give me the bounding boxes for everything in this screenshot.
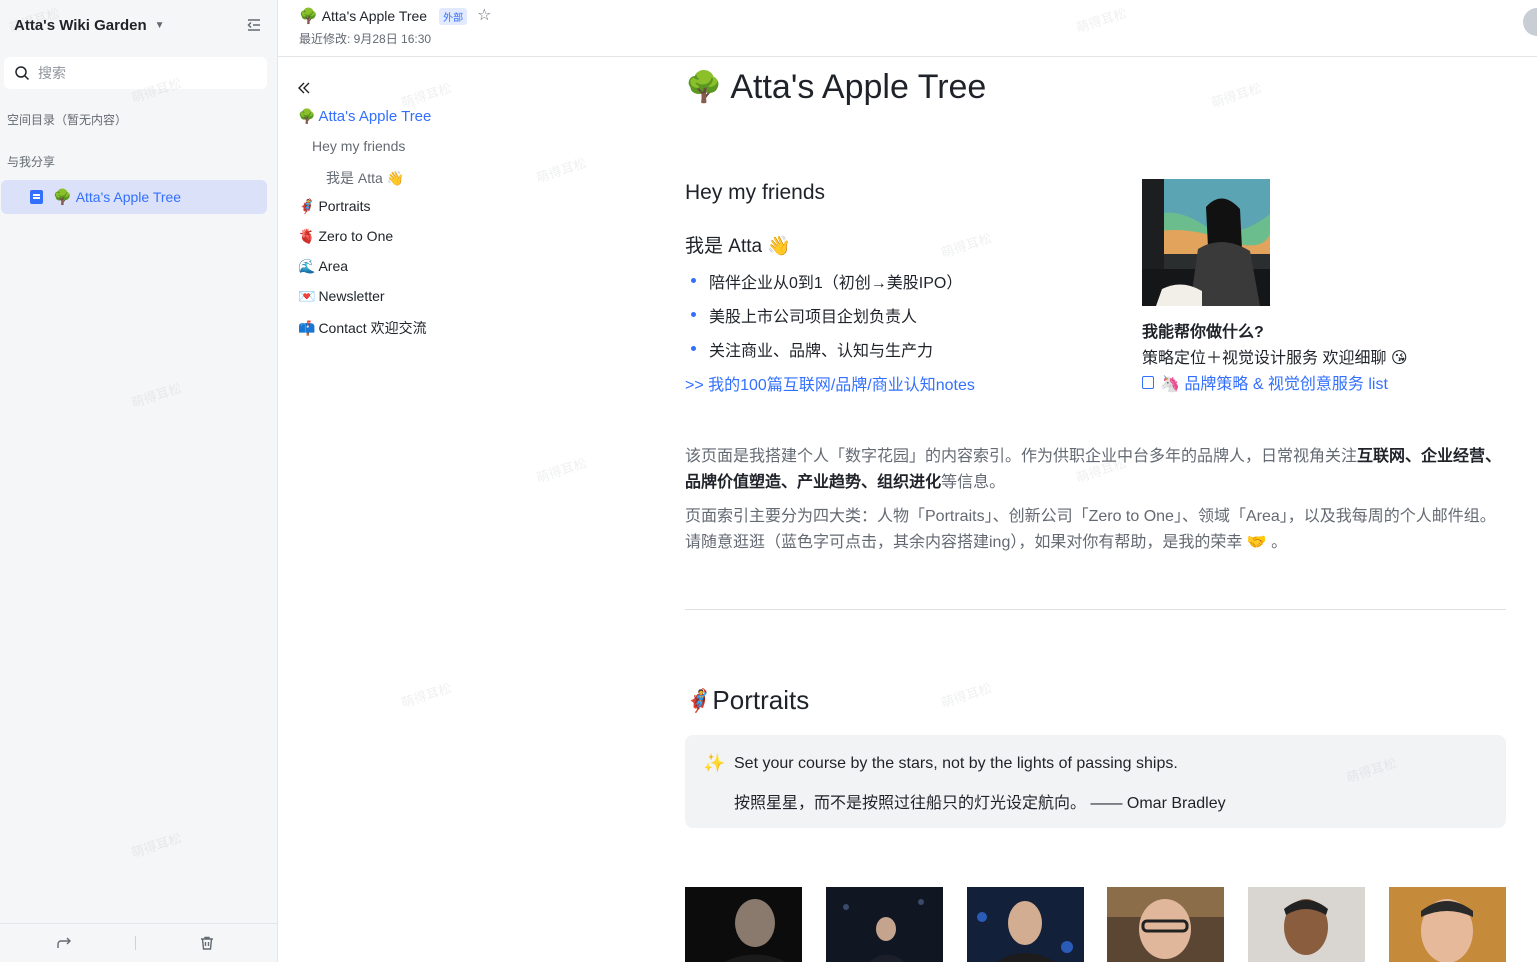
outline-item-contact[interactable]: 📫 Contact 欢迎交流 [298,318,427,338]
intro-paragraph: 该页面是我搭建个人「数字花园」的内容索引。作为供职企业中台多年的品牌人，日常视角… [685,444,1505,496]
outline-item-i-am-atta[interactable]: 我是 Atta 👋 [326,168,404,188]
document-outline: 🌳 Atta's Apple Tree Hey my friends 我是 Att… [278,57,658,962]
search-icon [15,66,30,81]
outline-item-area[interactable]: 🌊 Area [298,258,348,275]
list-item: 美股上市公司项目企划负责人 [690,303,917,327]
page-title-text: Atta's Apple Tree [730,68,987,106]
outline-item-newsletter[interactable]: 💌 Newsletter [298,288,385,305]
quote-callout: ✨ Set your course by the stars, not by t… [685,735,1506,828]
doc-icon [1142,375,1154,389]
service-list-link[interactable]: 🦄 品牌策略 & 视觉创意服务 list [1142,370,1388,394]
superhero-icon: 🦸 [298,198,316,214]
help-title: 我能帮你做什么? [1142,324,1264,341]
external-badge: 外部 [439,7,468,25]
document-header: 🌳 Atta's Apple Tree 外部 ☆ 最近修改: 9月28日 16:… [278,0,1537,57]
keyword: 企业经营 [1421,448,1486,465]
list-item: 关注商业、品牌、认知与生产力 [690,337,933,361]
quote-chinese: 按照星星，而不是按照过往船只的灯光设定航向。 —— Omar Bradley [734,795,1226,812]
keyword: 互联网 [1357,448,1406,465]
catalog-section-label[interactable]: 空间目录（暂无内容） [7,111,127,128]
search-placeholder: 搜索 [38,65,66,81]
sidebar-footer [0,923,277,962]
divider [685,609,1506,610]
portrait-photo[interactable] [1248,887,1365,962]
page-title: 🌳 Atta's Apple Tree [685,68,986,107]
love-letter-icon: 💌 [298,288,316,304]
doc-icon [30,190,43,204]
outline-label: Area [318,258,349,274]
collapse-sidebar-icon[interactable] [245,16,263,34]
document-title-bar: 🌳 Atta's Apple Tree 外部 ☆ [299,7,491,25]
star-icon[interactable]: ☆ [477,8,491,24]
intro-text: 该页面是我搭建个人「数字花园」的内容索引。作为供职企业中台多年的品牌人，日常视角… [685,448,1358,465]
avatar[interactable] [1523,8,1537,36]
document-title[interactable]: Atta's Apple Tree [322,8,427,24]
last-modified: 最近修改: 9月28日 16:30 [299,32,432,46]
workspace-title[interactable]: Atta's Wiki Garden [14,17,147,34]
keyword: 组织进化 [877,474,942,491]
outline-label: Newsletter [318,288,385,304]
sidebar: Atta's Wiki Garden ▼ 搜索 空间目录（暂无内容） 与我分享 … [0,0,278,962]
portrait-photo[interactable] [685,887,802,962]
help-text: 策略定位＋视觉设计服务 欢迎细聊 😘 [1142,350,1408,367]
outline-label: Portraits [318,198,371,214]
portrait-photo[interactable] [967,887,1084,962]
intro-text: 等信息。 [941,474,1006,491]
list-item: 陪伴企业从0到1（初创→美股IPO） [690,269,962,293]
heading-portraits: 🦸 Portraits [685,685,809,716]
wave-icon: 🌊 [298,258,316,274]
workspace-header[interactable]: Atta's Wiki Garden ▼ [14,14,263,36]
service-list-link-label: 🦄 品牌策略 & 视觉创意服务 list [1160,376,1388,393]
tree-icon: 🌳 [298,108,316,124]
tree-icon: 🌳 [53,189,72,206]
tree-icon: 🌳 [685,71,723,104]
portrait-photo[interactable] [826,887,943,962]
heading-hey-friends: Hey my friends [685,181,826,204]
outline-item-apple-tree[interactable]: 🌳 Atta's Apple Tree [298,108,431,125]
footer-divider [135,936,136,950]
keyword: 产业趋势 [797,474,862,491]
index-paragraph: 页面索引主要分为四大类：人物「Portraits」、创新公司「Zero to O… [685,508,1496,551]
mailbox-icon: 📫 [298,320,316,336]
outline-item-portraits[interactable]: 🦸 Portraits [298,198,371,215]
portraits-title: Portraits [712,685,810,715]
outline-label: Atta's Apple Tree [318,108,432,125]
outline-label: Contact 欢迎交流 [318,320,427,336]
keyword-separator: 、 [1405,448,1422,465]
keyword-separator: 、 [1485,448,1502,465]
superhero-icon: 🦸 [685,687,713,713]
trash-icon[interactable] [199,935,215,951]
notes-link[interactable]: >> 我的100篇互联网/品牌/商业认知notes [685,371,975,395]
heading-i-am-atta: 我是 Atta 👋 [685,236,792,257]
outline-label: Zero to One [318,228,394,244]
tree-icon: 🌳 [299,8,318,25]
share-icon[interactable] [56,935,72,951]
heart-icon: 🫀 [298,228,316,244]
portrait-photo[interactable] [1107,887,1224,962]
sidebar-item-apple-tree[interactable]: 🌳 Atta's Apple Tree [1,180,267,214]
outline-item-hey-friends[interactable]: Hey my friends [312,138,405,154]
quote-english: Set your course by the stars, not by the… [734,755,1178,772]
search-input[interactable]: 搜索 [4,57,267,89]
app-window: Atta's Wiki Garden ▼ 搜索 空间目录（暂无内容） 与我分享 … [0,0,1537,962]
keyword-separator: 、 [861,474,878,491]
document-body: 🌳 Atta's Apple Tree Hey my friends 我是 At… [658,57,1537,962]
keyword: 品牌价值塑造 [685,474,782,491]
portrait-photo[interactable] [1389,887,1506,962]
caret-down-icon[interactable]: ▼ [155,20,165,31]
outline-item-zero-to-one[interactable]: 🫀 Zero to One [298,228,393,245]
collapse-outline-icon[interactable] [296,80,312,96]
hero-illustration [1142,179,1270,306]
sparkles-icon: ✨ [703,753,726,773]
sidebar-item-label: Atta's Apple Tree [75,189,182,205]
shared-section-label[interactable]: 与我分享 [7,153,55,170]
keyword-separator: 、 [781,474,798,491]
